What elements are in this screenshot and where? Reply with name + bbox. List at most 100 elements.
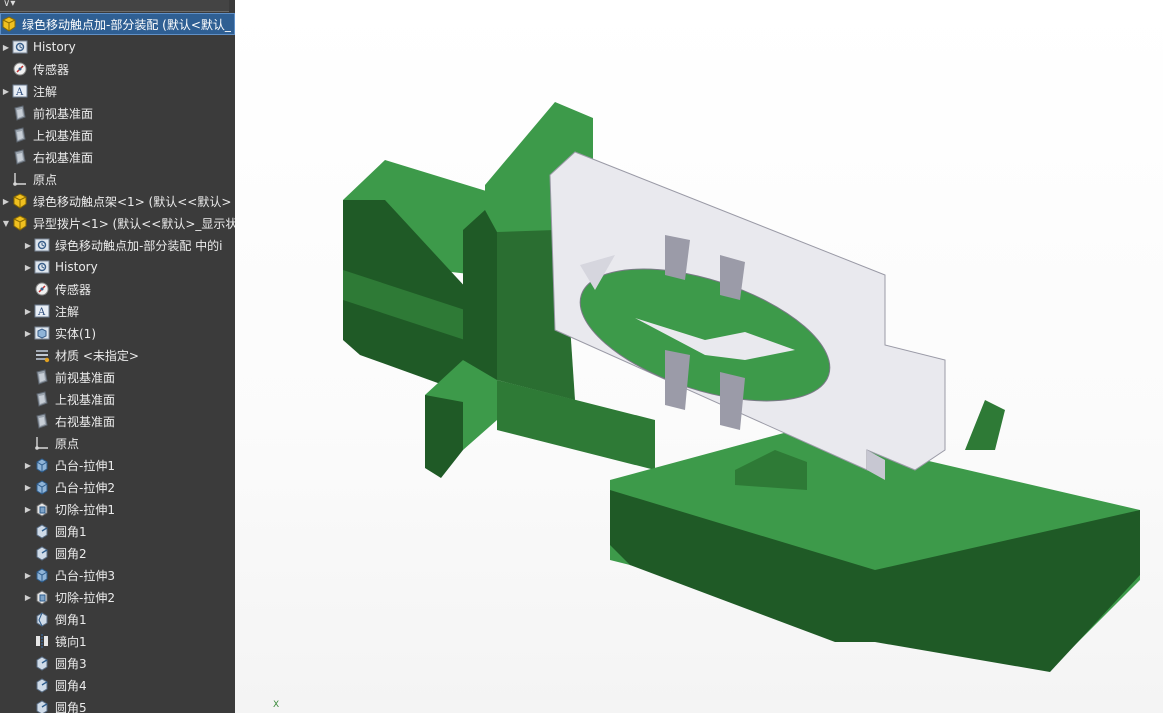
graphics-viewport[interactable]: X bbox=[235, 0, 1163, 713]
tree-item-label: 右视基准面 bbox=[33, 150, 94, 165]
cut-extrude-icon bbox=[34, 501, 50, 517]
tree-item[interactable]: 原点 bbox=[0, 432, 235, 454]
fillet-icon bbox=[34, 523, 50, 539]
axis-triad-x-label: X bbox=[273, 700, 280, 710]
expand-arrow-icon[interactable]: ▶ bbox=[22, 483, 34, 492]
tree-item-label: 传感器 bbox=[55, 282, 92, 297]
tree-item[interactable]: ▶ 凸台-拉伸3 bbox=[0, 564, 235, 586]
tree-item-label: 绿色移动触点加-部分装配 中的i bbox=[55, 238, 223, 253]
tree-item-label: 切除-拉伸1 bbox=[55, 502, 115, 517]
tree-item[interactable]: 圆角3 bbox=[0, 652, 235, 674]
tree-item[interactable]: ▶ 实体(1) bbox=[0, 322, 235, 344]
tree-item-label: 上视基准面 bbox=[55, 392, 116, 407]
plane-icon bbox=[34, 413, 50, 429]
plane-icon bbox=[12, 105, 28, 121]
tree-item[interactable]: 上视基准面 bbox=[0, 124, 235, 146]
tree-item[interactable]: 倒角1 bbox=[0, 608, 235, 630]
plane-icon bbox=[12, 127, 28, 143]
tree-item[interactable]: 圆角4 bbox=[0, 674, 235, 696]
assembly-icon bbox=[1, 16, 17, 32]
expand-arrow-icon[interactable]: ▶ bbox=[22, 329, 34, 338]
history-icon bbox=[34, 237, 50, 253]
expand-arrow-icon[interactable]: ▶ bbox=[22, 307, 34, 316]
plane-icon bbox=[12, 149, 28, 165]
tree-item[interactable]: ▶ History bbox=[0, 36, 235, 58]
annotation-icon: A bbox=[34, 303, 50, 319]
tree-item[interactable]: ▼ 异型拨片<1> (默认<<默认>_显示状 bbox=[0, 212, 235, 234]
tree-item[interactable]: 圆角2 bbox=[0, 542, 235, 564]
tree-item[interactable]: ▶ 绿色移动触点架<1> (默认<<默认> bbox=[0, 190, 235, 212]
tree-item[interactable]: 右视基准面 bbox=[0, 410, 235, 432]
expand-arrow-icon[interactable]: ▶ bbox=[22, 593, 34, 602]
tree-item[interactable]: ▶ A 注解 bbox=[0, 300, 235, 322]
svg-text:A: A bbox=[15, 87, 24, 98]
tree-item[interactable]: ▶ 切除-拉伸1 bbox=[0, 498, 235, 520]
tree-item-label: 上视基准面 bbox=[33, 128, 94, 143]
tree-item[interactable]: ▶ 凸台-拉伸2 bbox=[0, 476, 235, 498]
expand-arrow-icon[interactable]: ▶ bbox=[0, 43, 12, 52]
tree-item-label: 圆角4 bbox=[55, 678, 87, 693]
tree-item[interactable]: 圆角5 bbox=[0, 696, 235, 713]
tree-item[interactable]: 材质 <未指定> bbox=[0, 344, 235, 366]
origin-icon bbox=[34, 435, 50, 451]
tree-item[interactable]: 传感器 bbox=[0, 278, 235, 300]
tree-item[interactable]: 圆角1 bbox=[0, 520, 235, 542]
history-icon bbox=[12, 39, 28, 55]
tree-item[interactable]: 原点 bbox=[0, 168, 235, 190]
expand-arrow-open-icon[interactable]: ▼ bbox=[0, 219, 12, 228]
fillet-icon bbox=[34, 655, 50, 671]
tree-item[interactable]: ▶ 凸台-拉伸1 bbox=[0, 454, 235, 476]
model-3d-view[interactable] bbox=[235, 0, 1163, 713]
fillet-icon bbox=[34, 545, 50, 561]
sensor-icon bbox=[12, 61, 28, 77]
tree-item-label: 原点 bbox=[55, 436, 80, 451]
tree-item-label: 倒角1 bbox=[55, 612, 87, 627]
plane-icon bbox=[34, 391, 50, 407]
tree-item[interactable]: ▶ History bbox=[0, 256, 235, 278]
expand-arrow-icon[interactable]: ▶ bbox=[0, 197, 12, 206]
expand-arrow-icon[interactable]: ▶ bbox=[0, 87, 12, 96]
slot-tooth-lower-left bbox=[665, 350, 690, 410]
expand-arrow-icon[interactable]: ▶ bbox=[22, 241, 34, 250]
fillet-icon bbox=[34, 677, 50, 693]
tree-item[interactable]: ▶ A 注解 bbox=[0, 80, 235, 102]
tree-filter-bar[interactable]: ⊽▾ bbox=[0, 0, 229, 12]
annotation-icon: A bbox=[12, 83, 28, 99]
tree-item-label: 圆角1 bbox=[55, 524, 87, 539]
tree-item[interactable]: 前视基准面 bbox=[0, 102, 235, 124]
tree-item-label: 注解 bbox=[55, 304, 80, 319]
tree-item-label: 切除-拉伸2 bbox=[55, 590, 115, 605]
tree-root-assembly[interactable]: 绿色移动触点加-部分装配 (默认<默认_ bbox=[0, 13, 235, 35]
tree-item-label: 凸台-拉伸3 bbox=[55, 568, 115, 583]
origin-icon bbox=[12, 171, 28, 187]
tree-item-label: 原点 bbox=[33, 172, 58, 187]
post-side bbox=[463, 210, 497, 380]
tree-item-label: 圆角2 bbox=[55, 546, 87, 561]
expand-arrow-icon[interactable]: ▶ bbox=[22, 461, 34, 470]
chamfer-icon bbox=[34, 611, 50, 627]
tree-item[interactable]: ▶ 绿色移动触点加-部分装配 中的i bbox=[0, 234, 235, 256]
fillet-icon bbox=[34, 699, 50, 713]
extrude-icon bbox=[34, 457, 50, 473]
tree-item[interactable]: 前视基准面 bbox=[0, 366, 235, 388]
part-icon bbox=[12, 215, 28, 231]
tree-item[interactable]: 镜向1 bbox=[0, 630, 235, 652]
tree-item[interactable]: ▶ 切除-拉伸2 bbox=[0, 586, 235, 608]
tree-item[interactable]: 上视基准面 bbox=[0, 388, 235, 410]
filter-icon[interactable]: ⊽▾ bbox=[3, 0, 15, 9]
tree-item-label: 绿色移动触点架<1> (默认<<默认> bbox=[33, 194, 232, 209]
tree-root-label: 绿色移动触点加-部分装配 (默认<默认_ bbox=[22, 17, 231, 32]
tree-item-label: 注解 bbox=[33, 84, 58, 99]
expand-arrow-icon[interactable]: ▶ bbox=[22, 263, 34, 272]
expand-arrow-icon[interactable]: ▶ bbox=[22, 505, 34, 514]
tree-item[interactable]: 右视基准面 bbox=[0, 146, 235, 168]
tree-item-label: 异型拨片<1> (默认<<默认>_显示状 bbox=[33, 216, 235, 231]
tree-item-label: 圆角5 bbox=[55, 700, 87, 713]
tree-item-label: 传感器 bbox=[33, 62, 70, 77]
tree-item[interactable]: 传感器 bbox=[0, 58, 235, 80]
part-icon bbox=[12, 193, 28, 209]
sensor-icon bbox=[34, 281, 50, 297]
tree-item-label: 前视基准面 bbox=[55, 370, 116, 385]
expand-arrow-icon[interactable]: ▶ bbox=[22, 571, 34, 580]
tree-item-label: 前视基准面 bbox=[33, 106, 94, 121]
